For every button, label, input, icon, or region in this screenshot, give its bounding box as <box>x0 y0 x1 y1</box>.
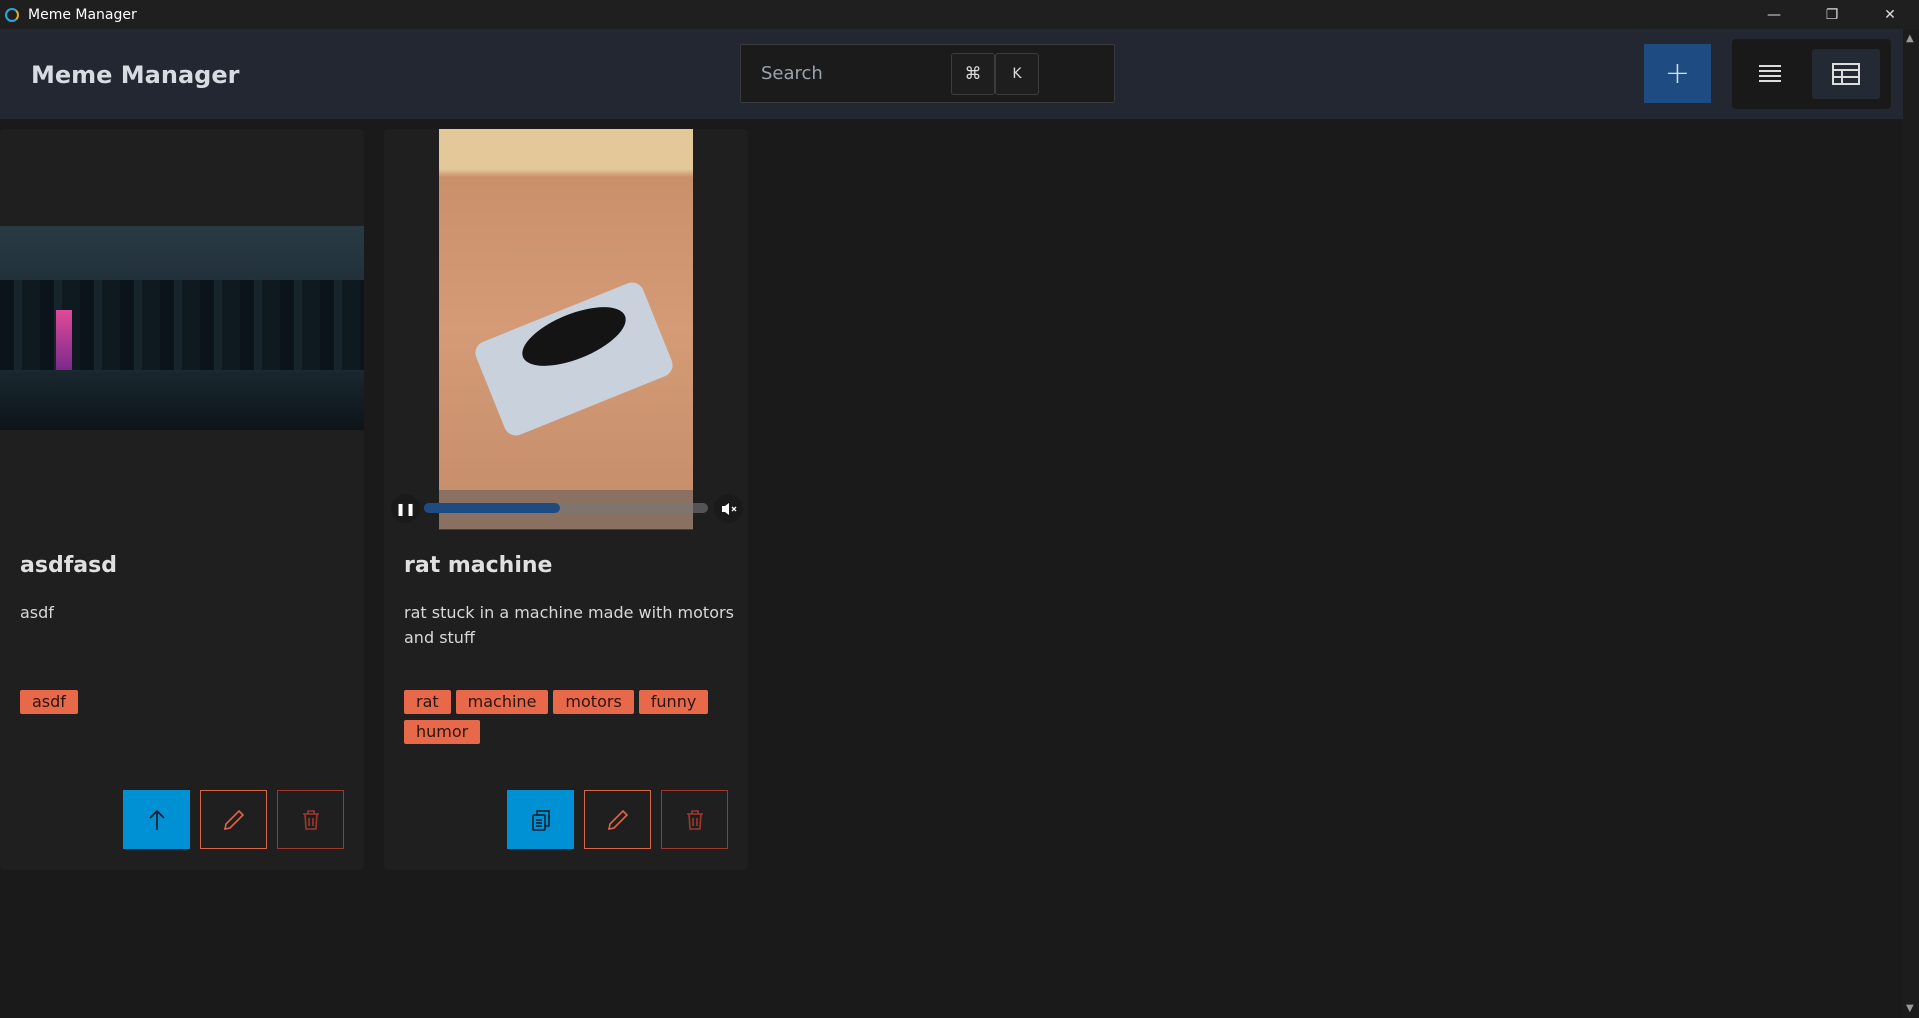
view-toggle <box>1732 39 1891 109</box>
add-meme-button[interactable]: + <box>1644 44 1711 103</box>
tag-list: asdf <box>20 690 350 714</box>
vertical-scrollbar[interactable]: ▲ ▼ <box>1903 29 1919 1018</box>
image-neon-sign <box>56 310 72 370</box>
pause-button[interactable]: ❚❚ <box>391 494 420 523</box>
minimize-button[interactable]: — <box>1745 0 1803 29</box>
muted-speaker-icon <box>721 502 736 515</box>
edit-button[interactable] <box>584 790 651 849</box>
tag[interactable]: motors <box>553 690 634 714</box>
window-title: Meme Manager <box>28 6 137 23</box>
table-view-button[interactable] <box>1812 49 1880 99</box>
meme-image[interactable] <box>0 226 364 430</box>
card-description: asdf <box>20 603 54 622</box>
card-title: rat machine <box>404 553 553 578</box>
copy-icon <box>531 809 550 831</box>
upload-icon <box>148 809 165 830</box>
edit-button[interactable] <box>200 790 267 849</box>
video-progress-bar[interactable] <box>424 503 708 513</box>
meme-card: ❚❚ rat machine rat stuck in a machine ma… <box>384 129 748 870</box>
copy-button[interactable] <box>507 790 574 849</box>
scroll-down-arrow[interactable]: ▼ <box>1906 1003 1914 1014</box>
card-title: asdfasd <box>20 553 117 578</box>
scroll-up-arrow[interactable]: ▲ <box>1906 33 1914 44</box>
meme-video[interactable] <box>439 129 693 529</box>
search-input[interactable]: Search ⌘ K <box>740 44 1115 103</box>
delete-button[interactable] <box>277 790 344 849</box>
app-header: Meme Manager Search ⌘ K + <box>0 29 1903 119</box>
tag[interactable]: machine <box>455 690 549 714</box>
pencil-icon <box>607 809 628 830</box>
video-progress-fill <box>424 503 561 513</box>
list-icon <box>1759 65 1781 82</box>
pencil-icon <box>223 809 244 830</box>
delete-button[interactable] <box>661 790 728 849</box>
tag[interactable]: rat <box>404 690 451 714</box>
restore-button[interactable]: ❐ <box>1803 0 1861 29</box>
app-brand: Meme Manager <box>31 61 240 89</box>
tag[interactable]: funny <box>638 690 709 714</box>
image-reflection <box>0 370 364 430</box>
title-bar: Meme Manager — ❐ ✕ <box>0 0 1919 29</box>
card-description: rat stuck in a machine made with motors … <box>404 603 734 647</box>
meme-card: asdfasd asdf asdf <box>0 129 364 870</box>
image-cityscape <box>0 280 364 370</box>
trash-icon <box>686 809 703 830</box>
k-key-hint: K <box>995 53 1039 95</box>
close-button[interactable]: ✕ <box>1861 0 1919 29</box>
tag[interactable]: asdf <box>20 690 78 714</box>
pause-icon: ❚❚ <box>395 501 416 516</box>
video-controls: ❚❚ <box>384 490 748 530</box>
mute-button[interactable] <box>714 494 743 523</box>
table-icon <box>1832 63 1860 85</box>
tag-list: rat machine motors funny humor <box>404 690 734 744</box>
list-view-button[interactable] <box>1736 49 1804 99</box>
trash-icon <box>302 809 319 830</box>
search-placeholder: Search <box>761 63 823 84</box>
tag[interactable]: humor <box>404 720 481 744</box>
command-key-hint: ⌘ <box>951 53 995 95</box>
app-icon <box>5 7 19 22</box>
upload-button[interactable] <box>123 790 190 849</box>
